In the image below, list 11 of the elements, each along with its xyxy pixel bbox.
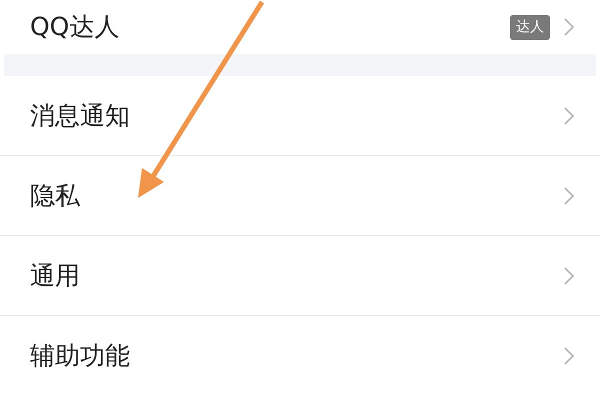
settings-label: 消息通知 [30, 100, 130, 132]
chevron-right-icon [564, 18, 574, 36]
settings-label: QQ达人 [30, 11, 120, 44]
expert-badge: 达人 [510, 14, 550, 40]
settings-label: 隐私 [30, 180, 80, 212]
chevron-right-icon [564, 347, 574, 365]
chevron-right-icon [564, 266, 574, 284]
chevron-right-icon [564, 106, 574, 124]
settings-label: 通用 [30, 260, 80, 292]
settings-label: 辅助功能 [30, 340, 130, 372]
chevron-right-icon [564, 186, 574, 204]
